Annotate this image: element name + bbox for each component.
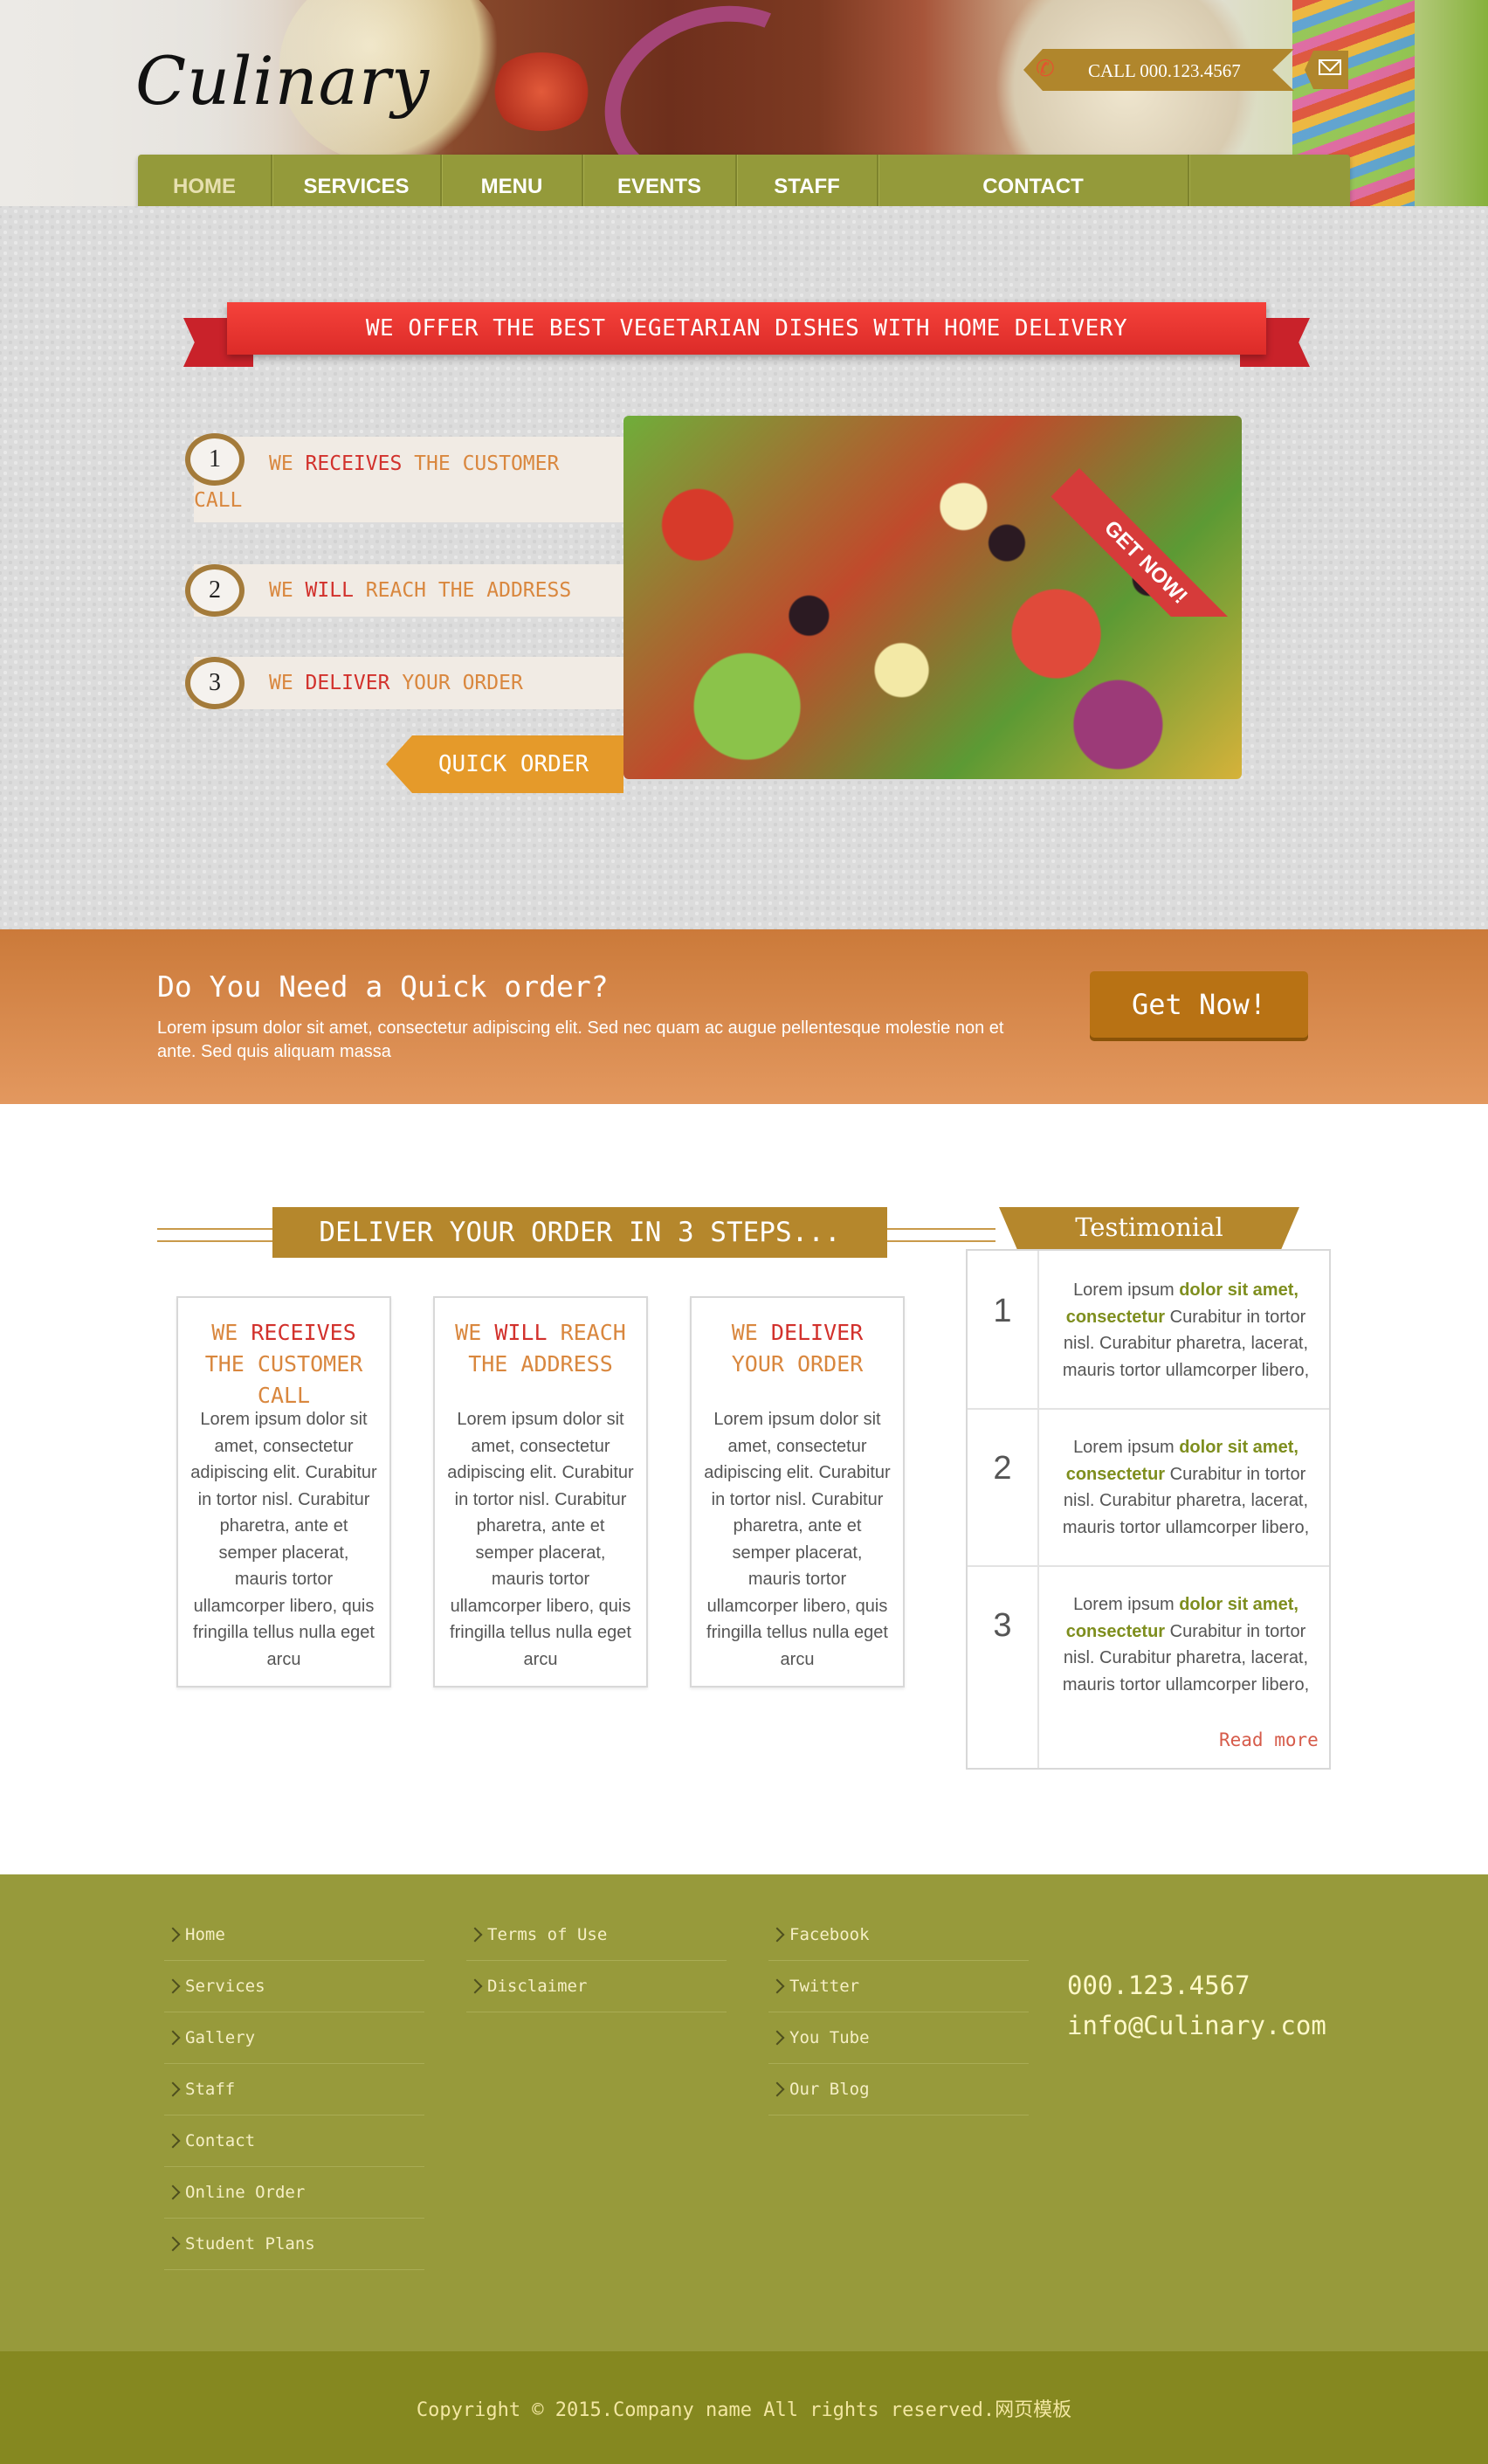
card-body: Lorem ipsum dolor sit amet, consectetur … — [190, 1410, 377, 1669]
steps-section-title: DELIVER YOUR ORDER IN 3 STEPS... — [272, 1207, 887, 1258]
copyright-bar: Copyright © 2015.Company name All rights… — [0, 2351, 1488, 2464]
chevron-right-icon — [769, 1927, 785, 1943]
quick-order-button[interactable]: QUICK ORDER — [386, 735, 623, 793]
ribbon-text: WE OFFER THE BEST VEGETARIAN DISHES WITH… — [227, 302, 1266, 355]
call-number: CALL 000.123.4567 — [1088, 60, 1241, 81]
footer-link-online-order[interactable]: Online Order — [164, 2167, 424, 2219]
chevron-right-icon — [165, 1978, 181, 1994]
footer-link-services[interactable]: Services — [164, 1961, 424, 2012]
testimonial-title: Testimonial — [1041, 1207, 1257, 1247]
get-now-button[interactable]: Get Now! — [1090, 971, 1308, 1038]
footer-links-legal: Terms of Use Disclaimer — [466, 1909, 727, 2012]
hero-step-3: 3 WE DELIVER YOUR ORDER — [185, 657, 623, 709]
footer-link-student-plans[interactable]: Student Plans — [164, 2219, 424, 2270]
step-card-3: WE DELIVER YOUR ORDER Lorem ipsum dolor … — [690, 1296, 905, 1688]
footer-link-twitter[interactable]: Twitter — [768, 1961, 1029, 2012]
chevron-right-icon — [769, 2081, 785, 2097]
testimonial-panel: 1 Lorem ipsum dolor sit amet, consectetu… — [966, 1249, 1331, 1770]
hero-step-1: 1 WE RECEIVES THE CUSTOMER CALL — [185, 433, 623, 522]
footer-link-staff[interactable]: Staff — [164, 2064, 424, 2115]
card-title: WE WILL REACH THE ADDRESS — [455, 1320, 626, 1377]
footer-link-gallery[interactable]: Gallery — [164, 2012, 424, 2064]
testimonial-item: 2 Lorem ipsum dolor sit amet, consectetu… — [968, 1408, 1329, 1567]
step-number: 2 — [185, 564, 245, 617]
footer-link-terms[interactable]: Terms of Use — [466, 1909, 727, 1961]
chevron-right-icon — [165, 2133, 181, 2149]
step-card-2: WE WILL REACH THE ADDRESS Lorem ipsum do… — [433, 1296, 648, 1688]
footer-links-main: Home Services Gallery Staff Contact Onli… — [164, 1909, 424, 2270]
card-title: WE DELIVER YOUR ORDER — [731, 1320, 864, 1377]
footer-link-contact[interactable]: Contact — [164, 2115, 424, 2167]
footer-contact: 000.123.4567 info@Culinary.com — [1067, 1965, 1326, 2046]
chevron-right-icon — [165, 2030, 181, 2046]
chevron-right-icon — [769, 2030, 785, 2046]
banner-text: Lorem ipsum dolor sit amet, consectetur … — [157, 1018, 1004, 1061]
chevron-right-icon — [165, 2184, 181, 2200]
card-body: Lorem ipsum dolor sit amet, consectetur … — [704, 1410, 891, 1669]
card-title: WE RECEIVES THE CUSTOMER CALL — [204, 1320, 363, 1408]
footer-email[interactable]: info@Culinary.com — [1067, 2005, 1326, 2046]
footer-links-social: Facebook Twitter You Tube Our Blog — [768, 1909, 1029, 2115]
step-card-1: WE RECEIVES THE CUSTOMER CALL Lorem ipsu… — [176, 1296, 391, 1688]
hero-step-2: 2 WE WILL REACH THE ADDRESS — [185, 564, 623, 617]
card-body: Lorem ipsum dolor sit amet, consectetur … — [447, 1410, 634, 1669]
envelope-icon — [1319, 59, 1341, 75]
chevron-right-icon — [165, 2081, 181, 2097]
footer-link-blog[interactable]: Our Blog — [768, 2064, 1029, 2115]
chevron-right-icon — [769, 1978, 785, 1994]
chevron-right-icon — [165, 1927, 181, 1943]
footer-link-facebook[interactable]: Facebook — [768, 1909, 1029, 1961]
chevron-right-icon — [467, 1978, 483, 1994]
chevron-right-icon — [467, 1927, 483, 1943]
site-logo[interactable]: Culinary — [135, 42, 430, 120]
footer-link-home[interactable]: Home — [164, 1909, 424, 1961]
phone-icon: ✆ — [1036, 56, 1055, 82]
step-number: 3 — [185, 657, 245, 709]
mail-button[interactable] — [1305, 51, 1348, 89]
chevron-right-icon — [165, 2236, 181, 2252]
get-now-badge[interactable]: GET NOW! — [1044, 416, 1245, 617]
read-more-link[interactable]: Read more — [1219, 1729, 1319, 1750]
testimonial-item: 1 Lorem ipsum dolor sit amet, consectetu… — [968, 1251, 1329, 1410]
footer-link-disclaimer[interactable]: Disclaimer — [466, 1961, 727, 2012]
hero-ribbon: WE OFFER THE BEST VEGETARIAN DISHES WITH… — [183, 302, 1310, 372]
banner-title: Do You Need a Quick order? — [157, 970, 609, 1004]
footer-link-youtube[interactable]: You Tube — [768, 2012, 1029, 2064]
footer-phone: 000.123.4567 — [1067, 1971, 1250, 2000]
